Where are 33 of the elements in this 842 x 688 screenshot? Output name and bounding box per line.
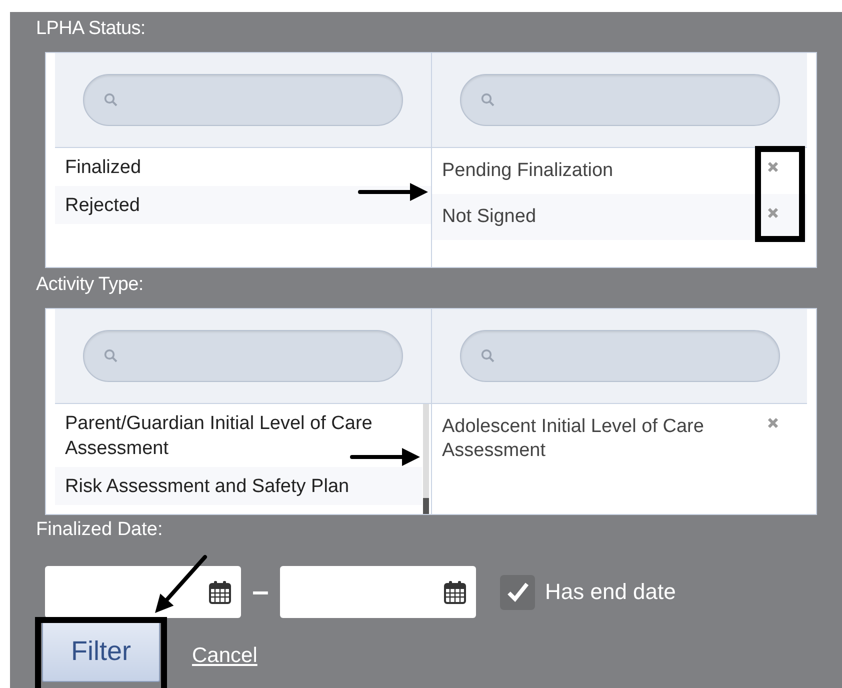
calendar-icon[interactable] [444, 580, 466, 604]
cancel-link[interactable]: Cancel [192, 644, 258, 668]
scrollbar[interactable] [423, 404, 429, 514]
list-item[interactable]: Adolescent Initial Level of Care Assessment [442, 415, 742, 463]
filter-button[interactable]: Filter [42, 620, 160, 682]
date-field[interactable] [45, 566, 241, 618]
list-item[interactable]: Finalized [65, 155, 421, 180]
search-field[interactable] [460, 330, 780, 382]
list-item[interactable]: Parent/Guardian Initial Level of Care Assessment [65, 411, 412, 461]
search-icon [480, 93, 494, 107]
section-label: LPHA Status: [36, 18, 146, 39]
search-field[interactable] [83, 74, 403, 126]
search-field[interactable] [460, 74, 780, 126]
date-field[interactable] [280, 566, 476, 618]
checkbox-label: Has end date [545, 579, 676, 605]
remove-icon[interactable] [767, 207, 779, 219]
section-label: Finalized Date: [36, 519, 163, 540]
range-separator: – [251, 575, 270, 609]
search-icon [104, 93, 118, 107]
annotation-arrow [358, 183, 428, 201]
search-field[interactable] [83, 330, 403, 382]
calendar-icon[interactable] [209, 580, 231, 604]
remove-icon[interactable] [767, 417, 779, 429]
checkbox[interactable] [500, 574, 535, 610]
annotation-arrow [155, 555, 207, 613]
annotation-arrow [350, 448, 420, 466]
remove-icon[interactable] [767, 161, 779, 173]
list-item[interactable]: Pending Finalization [442, 159, 614, 183]
search-icon [104, 349, 118, 363]
search-icon [480, 349, 494, 363]
section-label: Activity Type: [36, 274, 144, 295]
checkmark-icon [506, 581, 530, 603]
list-item[interactable]: Not Signed [442, 205, 536, 229]
